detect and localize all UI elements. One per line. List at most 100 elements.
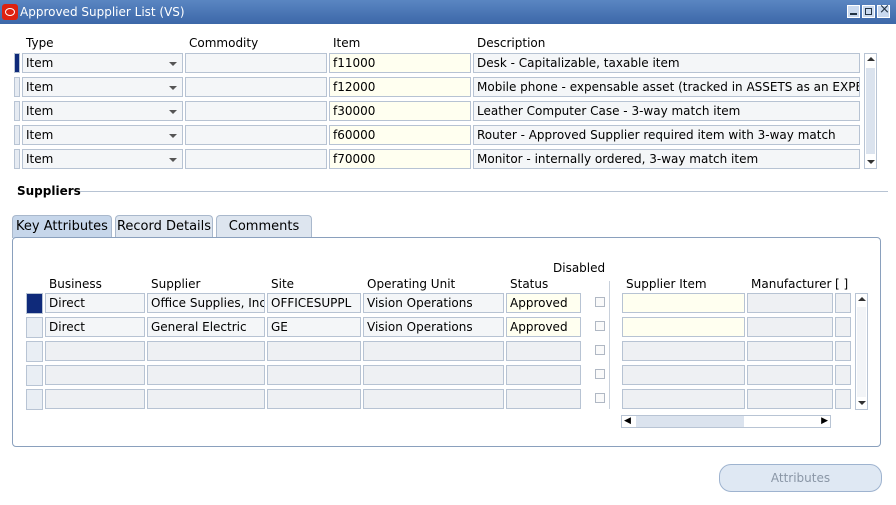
maximize-icon[interactable] bbox=[862, 5, 875, 18]
tab-record-details[interactable]: Record Details bbox=[115, 215, 213, 238]
scroll-up-icon[interactable] bbox=[856, 294, 867, 306]
business-field[interactable] bbox=[45, 341, 145, 361]
item-field[interactable]: f30000 bbox=[329, 101, 471, 121]
operating-unit-field[interactable]: Vision Operations bbox=[363, 317, 504, 337]
tab-comments[interactable]: Comments bbox=[216, 215, 312, 238]
row-indicator[interactable] bbox=[26, 341, 43, 362]
supplier-item-field[interactable] bbox=[622, 293, 745, 313]
scroll-down-icon[interactable] bbox=[865, 156, 876, 168]
type-select[interactable]: Item bbox=[22, 77, 183, 97]
manufacturer-field[interactable] bbox=[747, 293, 833, 313]
status-field[interactable] bbox=[506, 389, 581, 409]
row-indicator[interactable] bbox=[26, 317, 43, 338]
header-type: Type bbox=[26, 36, 54, 50]
scroll-left-icon[interactable]: ◀ bbox=[624, 416, 631, 427]
status-field[interactable]: Approved bbox=[506, 317, 581, 337]
supplier-field[interactable]: Office Supplies, Inc. bbox=[147, 293, 265, 313]
site-field[interactable]: GE bbox=[267, 317, 361, 337]
site-field[interactable] bbox=[267, 389, 361, 409]
manufacturer-field[interactable] bbox=[747, 317, 833, 337]
extra-field[interactable] bbox=[835, 341, 851, 361]
business-field[interactable] bbox=[45, 389, 145, 409]
scroll-right-icon[interactable]: ▶ bbox=[821, 416, 828, 427]
item-field[interactable]: f70000 bbox=[329, 149, 471, 169]
supplier-item-field[interactable] bbox=[622, 365, 745, 385]
manufacturer-field[interactable] bbox=[747, 389, 833, 409]
operating-unit-field[interactable]: Vision Operations bbox=[363, 293, 504, 313]
scroll-thumb[interactable] bbox=[636, 416, 744, 427]
business-field[interactable]: Direct bbox=[45, 317, 145, 337]
description-field[interactable]: Leather Computer Case - 3-way match item bbox=[473, 101, 860, 121]
site-field[interactable] bbox=[267, 341, 361, 361]
status-field[interactable] bbox=[506, 365, 581, 385]
site-field[interactable]: OFFICESUPPL bbox=[267, 293, 361, 313]
status-field[interactable] bbox=[506, 341, 581, 361]
manufacturer-field[interactable] bbox=[747, 365, 833, 385]
supplier-field[interactable] bbox=[147, 365, 265, 385]
operating-unit-field[interactable] bbox=[363, 341, 504, 361]
type-select[interactable]: Item bbox=[22, 101, 183, 121]
manufacturer-field[interactable] bbox=[747, 341, 833, 361]
row-indicator[interactable] bbox=[14, 101, 20, 121]
suppliers-vertical-scrollbar[interactable] bbox=[855, 293, 868, 410]
description-field[interactable]: Desk - Capitalizable, taxable item bbox=[473, 53, 860, 73]
status-field[interactable]: Approved bbox=[506, 293, 581, 313]
supplier-field[interactable]: General Electric bbox=[147, 317, 265, 337]
disabled-checkbox[interactable] bbox=[595, 345, 605, 355]
type-select[interactable]: Item bbox=[22, 125, 183, 145]
commodity-field[interactable] bbox=[185, 53, 327, 73]
close-icon[interactable] bbox=[877, 2, 890, 18]
row-indicator[interactable] bbox=[14, 125, 20, 145]
site-field[interactable] bbox=[267, 365, 361, 385]
disabled-checkbox[interactable] bbox=[595, 393, 605, 403]
minimize-icon[interactable] bbox=[847, 5, 860, 18]
column-divider bbox=[609, 281, 610, 409]
type-select[interactable]: Item bbox=[22, 53, 183, 73]
row-indicator[interactable] bbox=[14, 77, 20, 97]
item-field[interactable]: f12000 bbox=[329, 77, 471, 97]
section-divider bbox=[80, 191, 888, 192]
scroll-up-icon[interactable] bbox=[865, 54, 876, 66]
extra-field[interactable] bbox=[835, 389, 851, 409]
type-select[interactable]: Item bbox=[22, 149, 183, 169]
scroll-thumb[interactable] bbox=[866, 68, 875, 154]
commodity-field[interactable] bbox=[185, 125, 327, 145]
scroll-down-icon[interactable] bbox=[856, 397, 867, 409]
supplier-item-field[interactable] bbox=[622, 341, 745, 361]
business-field[interactable]: Direct bbox=[45, 293, 145, 313]
description-field[interactable]: Monitor - internally ordered, 3-way matc… bbox=[473, 149, 860, 169]
supplier-item-field[interactable] bbox=[622, 317, 745, 337]
operating-unit-field[interactable] bbox=[363, 389, 504, 409]
header-commodity: Commodity bbox=[189, 36, 259, 50]
title-bar: Approved Supplier List (VS) bbox=[0, 0, 896, 24]
row-indicator[interactable] bbox=[14, 149, 20, 169]
tab-key-attributes[interactable]: Key Attributes bbox=[12, 215, 112, 238]
row-indicator[interactable] bbox=[14, 53, 20, 73]
row-indicator[interactable] bbox=[26, 365, 43, 386]
operating-unit-field[interactable] bbox=[363, 365, 504, 385]
attributes-button[interactable]: Attributes bbox=[719, 464, 882, 492]
business-field[interactable] bbox=[45, 365, 145, 385]
header-status: Status bbox=[510, 277, 549, 291]
commodity-field[interactable] bbox=[185, 101, 327, 121]
items-vertical-scrollbar[interactable] bbox=[864, 53, 877, 169]
commodity-field[interactable] bbox=[185, 77, 327, 97]
item-field[interactable]: f60000 bbox=[329, 125, 471, 145]
extra-field[interactable] bbox=[835, 365, 851, 385]
description-field[interactable]: Mobile phone - expensable asset (tracked… bbox=[473, 77, 860, 97]
description-field[interactable]: Router - Approved Supplier required item… bbox=[473, 125, 860, 145]
disabled-checkbox[interactable] bbox=[595, 321, 605, 331]
row-indicator[interactable] bbox=[26, 293, 43, 314]
row-indicator[interactable] bbox=[26, 389, 43, 410]
disabled-checkbox[interactable] bbox=[595, 297, 605, 307]
supplier-field[interactable] bbox=[147, 389, 265, 409]
extra-field[interactable] bbox=[835, 317, 851, 337]
scroll-thumb[interactable] bbox=[857, 307, 866, 397]
item-field[interactable]: f11000 bbox=[329, 53, 471, 73]
extra-field[interactable] bbox=[835, 293, 851, 313]
suppliers-horizontal-scrollbar[interactable]: ◀ ▶ bbox=[621, 415, 831, 428]
supplier-item-field[interactable] bbox=[622, 389, 745, 409]
disabled-checkbox[interactable] bbox=[595, 369, 605, 379]
commodity-field[interactable] bbox=[185, 149, 327, 169]
supplier-field[interactable] bbox=[147, 341, 265, 361]
